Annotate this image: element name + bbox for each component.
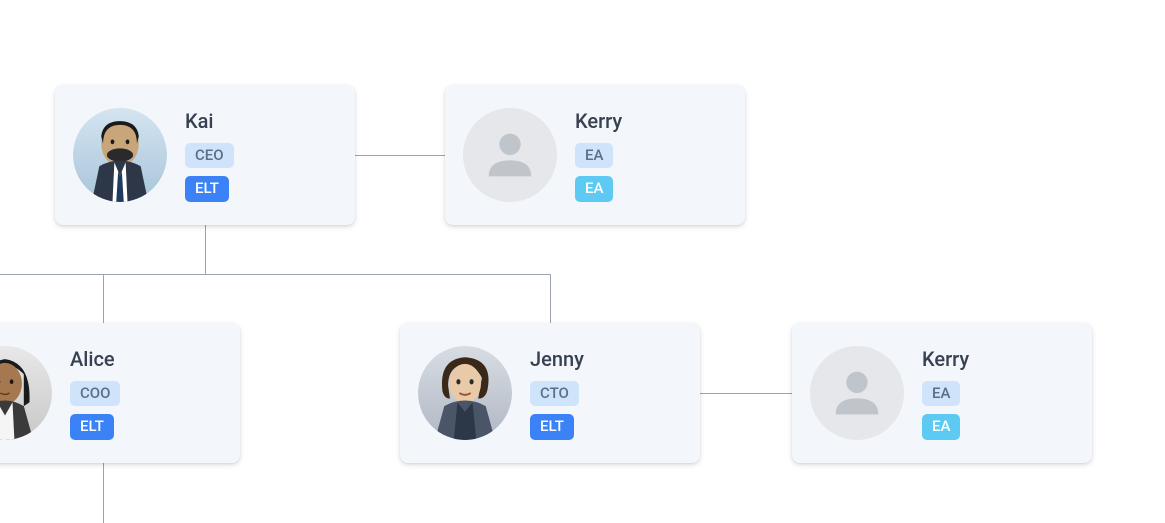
avatar	[418, 346, 512, 440]
avatar-placeholder	[463, 108, 557, 202]
team-badge: EA	[922, 414, 960, 440]
connector-line	[700, 393, 792, 394]
person-info: Kai CEO ELT	[185, 109, 234, 202]
avatar	[73, 108, 167, 202]
person-card-jenny[interactable]: Jenny CTO ELT	[400, 323, 700, 463]
badge-group: CTO ELT	[530, 381, 584, 440]
person-name: Kerry	[575, 109, 622, 133]
badge-group: CEO ELT	[185, 143, 234, 202]
badge-group: COO ELT	[70, 381, 120, 440]
person-info: Kerry EA EA	[922, 347, 969, 440]
person-info: Kerry EA EA	[575, 109, 622, 202]
badge-group: EA EA	[922, 381, 969, 440]
person-card-kerry[interactable]: Kerry EA EA	[792, 323, 1092, 463]
role-badge: EA	[575, 143, 613, 169]
connector-line	[0, 274, 550, 275]
person-name: Kerry	[922, 347, 969, 371]
avatar	[0, 346, 52, 440]
badge-group: EA EA	[575, 143, 622, 202]
role-badge: EA	[922, 381, 960, 407]
person-card-kai[interactable]: Kai CEO ELT	[55, 85, 355, 225]
role-badge: CEO	[185, 143, 234, 169]
connector-line	[550, 274, 551, 323]
connector-line	[205, 225, 206, 274]
team-badge: ELT	[530, 414, 574, 440]
avatar-placeholder	[810, 346, 904, 440]
person-name: Jenny	[530, 347, 584, 371]
connector-line	[103, 274, 104, 323]
team-badge: ELT	[185, 176, 229, 202]
role-badge: COO	[70, 381, 120, 407]
team-badge: EA	[575, 176, 613, 202]
connector-line	[355, 155, 445, 156]
person-name: Kai	[185, 109, 234, 133]
connector-line	[103, 463, 104, 523]
role-badge: CTO	[530, 381, 579, 407]
person-info: Jenny CTO ELT	[530, 347, 584, 440]
person-name: Alice	[70, 347, 120, 371]
org-chart-canvas: Kai CEO ELT Kerry EA EA	[0, 0, 1165, 519]
person-card-alice[interactable]: Alice COO ELT	[0, 323, 240, 463]
person-info: Alice COO ELT	[70, 347, 120, 440]
team-badge: ELT	[70, 414, 114, 440]
person-card-kerry[interactable]: Kerry EA EA	[445, 85, 745, 225]
